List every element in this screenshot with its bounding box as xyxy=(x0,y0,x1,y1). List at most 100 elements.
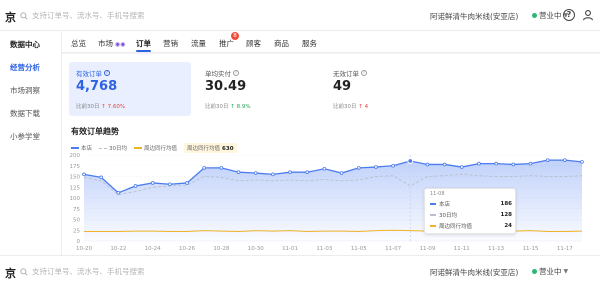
promotion-badge: 8 xyxy=(231,32,239,40)
info-icon[interactable]: ? xyxy=(361,70,367,76)
store-status-dropdown[interactable]: 营业中 ▼ xyxy=(532,266,568,277)
sidebar-item-data-download[interactable]: 数据下载 xyxy=(10,108,40,119)
data-point-this-store xyxy=(219,166,224,170)
x-tick-label: 10-24 xyxy=(145,246,161,252)
tooltip-row-peer-avg: 周边同行均值 24 xyxy=(430,222,512,230)
orders-content: 有效订单? 4,768 比前30日 ↑ 7.60% 单均实付? 30.49 比前… xyxy=(62,54,600,255)
legend-swatch xyxy=(134,147,143,149)
chart-tooltip: 11-08 本店 186 30日均 128 周边同行均值 24 xyxy=(424,188,516,234)
kpi-label-text: 单均实付 xyxy=(205,70,231,78)
help-icon[interactable]: ? xyxy=(563,9,575,21)
y-tick-label: 100 xyxy=(70,196,81,202)
kpi-value: 49 xyxy=(333,79,352,94)
user-icon[interactable] xyxy=(582,9,594,21)
kpi-label: 有效订单? xyxy=(76,68,110,78)
x-tick-label: 10-26 xyxy=(179,246,195,252)
tab-promotion[interactable]: 推广 xyxy=(219,38,234,49)
sidebar-title: 数据中心 xyxy=(10,40,40,49)
y-tick-label: 25 xyxy=(73,228,80,234)
data-point-this-store xyxy=(545,158,550,162)
app-logo[interactable]: 京 xyxy=(5,265,16,281)
tab-marketing[interactable]: 营销 xyxy=(163,38,178,49)
tooltip-row-name: 30日均 xyxy=(439,213,457,219)
trend-chart[interactable]: 0 25 50 75 100 125 150 175 200 10-20 10-22 10-24 10-… xyxy=(62,151,600,255)
sidebar-item-business-analysis[interactable]: 经营分析 xyxy=(10,62,40,73)
y-tick-label: 150 xyxy=(70,175,81,181)
chevron-down-icon: ▼ xyxy=(563,268,569,275)
eyes-icon: ◉◉ xyxy=(113,41,126,48)
y-tick-label: 175 xyxy=(70,164,81,170)
x-tick-label: 11-05 xyxy=(351,246,367,252)
app-logo[interactable]: 京 xyxy=(5,9,16,25)
x-tick-label: 11-13 xyxy=(488,246,504,252)
sidebar-item-market-insight[interactable]: 市场洞察 xyxy=(10,85,40,96)
search-icon xyxy=(20,11,28,20)
x-tick-label: 11-11 xyxy=(454,246,470,252)
x-tick-label: 11-01 xyxy=(282,246,298,252)
tab-orders[interactable]: 订单 xyxy=(136,38,151,49)
tab-overview[interactable]: 总览 xyxy=(71,38,86,49)
tooltip-row-name: 周边同行均值 xyxy=(439,224,473,230)
kpi-compare-prefix: 比前30日 xyxy=(205,104,229,110)
data-point-this-store xyxy=(271,172,275,177)
data-point-this-store xyxy=(133,184,138,188)
tab-market[interactable]: 市场 ◉◉ xyxy=(98,38,125,49)
data-point-this-store xyxy=(305,170,310,175)
tooltip-row-prev-30: 30日均 128 xyxy=(430,211,512,219)
data-point-this-store xyxy=(116,191,121,195)
data-point-this-store xyxy=(322,166,327,171)
tooltip-date: 11-08 xyxy=(430,191,445,197)
tooltip-row-value: 24 xyxy=(504,223,512,229)
kpi-compare-value: ↑ 4 xyxy=(358,104,369,110)
kpi-avg-paid[interactable]: 单均实付? 30.49 比前30日 ↑ 8.9% xyxy=(198,62,320,116)
y-tick-label: 200 xyxy=(70,153,81,159)
kpi-label: 无效订单? xyxy=(333,68,367,78)
data-point-this-store xyxy=(580,160,584,164)
tab-bar: 总览 市场 ◉◉ 订单 营销 流量 推广 8 顾客 商品 服务 xyxy=(62,31,600,53)
x-tick-label: 11-03 xyxy=(316,246,332,252)
data-point-this-store xyxy=(356,166,361,170)
data-point-this-store xyxy=(459,165,464,169)
data-point-this-store xyxy=(82,172,86,177)
search-placeholder: 支持订单号、流水号、手机号搜索 xyxy=(32,11,145,20)
data-point-this-store xyxy=(288,170,292,175)
info-icon[interactable]: ? xyxy=(233,70,239,76)
search-input[interactable]: 支持订单号、流水号、手机号搜索 xyxy=(20,266,145,277)
store-status: 营业中 xyxy=(539,267,562,276)
y-tick-label: 50 xyxy=(73,218,80,224)
kpi-compare-prefix: 比前30日 xyxy=(76,104,100,110)
status-dot-icon xyxy=(532,269,537,274)
store-name[interactable]: 阿诺鲜清牛肉米线(安亚店) xyxy=(430,267,518,278)
kpi-compare-value: ↑ 8.9% xyxy=(230,104,251,110)
tab-service[interactable]: 服务 xyxy=(302,38,317,49)
kpi-valid-orders[interactable]: 有效订单? 4,768 比前30日 ↑ 7.60% xyxy=(69,62,191,116)
kpi-compare-value: ↑ 7.60% xyxy=(101,104,126,110)
tooltip-row-value: 128 xyxy=(500,212,512,218)
kpi-invalid-orders[interactable]: 无效订单? 49 比前30日 ↑ 4 xyxy=(326,62,448,116)
bottom-bar: 京 支持订单号、流水号、手机号搜索 阿诺鲜清牛肉米线(安亚店) 营业中 ▼ xyxy=(0,255,600,285)
tab-traffic[interactable]: 流量 xyxy=(191,38,206,49)
data-point-this-store xyxy=(477,161,481,166)
top-bar: 京 支持订单号、流水号、手机号搜索 阿诺鲜清牛肉米线(安亚店) 营业中 ▼ ? xyxy=(0,0,600,31)
store-name[interactable]: 阿诺鲜清牛肉米线(安亚店) xyxy=(430,11,518,22)
main-panel: 总览 市场 ◉◉ 订单 营销 流量 推广 8 顾客 商品 服务 有效订单? 4,… xyxy=(62,31,600,255)
kpi-label-text: 有效订单 xyxy=(76,70,102,78)
tab-market-label: 市场 xyxy=(98,39,113,48)
data-point-this-store xyxy=(202,166,207,170)
store-status: 营业中 xyxy=(539,11,562,20)
highlight-point xyxy=(407,158,414,164)
sidebar: 数据中心 经营分析 市场洞察 数据下载 小参学堂 xyxy=(0,31,62,255)
tab-customers[interactable]: 顾客 xyxy=(246,38,261,49)
data-point-this-store xyxy=(563,158,567,162)
search-placeholder: 支持订单号、流水号、手机号搜索 xyxy=(32,267,145,276)
tab-products[interactable]: 商品 xyxy=(274,38,289,49)
info-icon[interactable]: ? xyxy=(104,70,110,76)
trend-title: 有效订单趋势 xyxy=(71,127,119,136)
legend-swatch xyxy=(71,147,79,149)
search-input[interactable]: 支持订单号、流水号、手机号搜索 xyxy=(20,10,145,21)
sidebar-item-learning[interactable]: 小参学堂 xyxy=(10,131,40,142)
tab-active-indicator xyxy=(136,50,151,52)
data-point-this-store xyxy=(168,182,172,187)
data-point-this-store xyxy=(494,161,498,166)
data-point-this-store xyxy=(442,162,447,167)
